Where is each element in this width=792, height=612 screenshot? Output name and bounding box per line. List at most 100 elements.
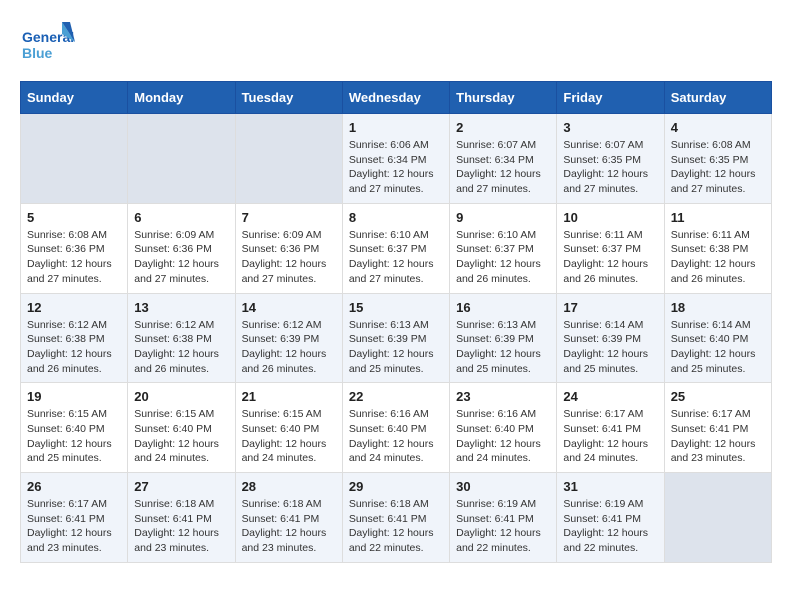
day-number: 6 — [134, 210, 228, 225]
day-info: Sunrise: 6:11 AMSunset: 6:38 PMDaylight:… — [671, 228, 765, 287]
calendar-cell: 6 Sunrise: 6:09 AMSunset: 6:36 PMDaylight… — [128, 203, 235, 293]
day-number: 19 — [27, 389, 121, 404]
calendar-cell: 14 Sunrise: 6:12 AMSunset: 6:39 PMDayligh… — [235, 293, 342, 383]
day-info: Sunrise: 6:07 AMSunset: 6:35 PMDaylight:… — [563, 138, 657, 197]
calendar-cell: 2 Sunrise: 6:07 AMSunset: 6:34 PMDaylight… — [450, 114, 557, 204]
day-info: Sunrise: 6:15 AMSunset: 6:40 PMDaylight:… — [27, 407, 121, 466]
day-info: Sunrise: 6:06 AMSunset: 6:34 PMDaylight:… — [349, 138, 443, 197]
day-info: Sunrise: 6:17 AMSunset: 6:41 PMDaylight:… — [563, 407, 657, 466]
calendar-week-5: 26 Sunrise: 6:17 AMSunset: 6:41 PMDayligh… — [21, 473, 772, 563]
day-number: 8 — [349, 210, 443, 225]
calendar-cell: 27 Sunrise: 6:18 AMSunset: 6:41 PMDayligh… — [128, 473, 235, 563]
calendar-header: SundayMondayTuesdayWednesdayThursdayFrid… — [21, 82, 772, 114]
day-number: 12 — [27, 300, 121, 315]
calendar-cell: 30 Sunrise: 6:19 AMSunset: 6:41 PMDayligh… — [450, 473, 557, 563]
day-info: Sunrise: 6:19 AMSunset: 6:41 PMDaylight:… — [456, 497, 550, 556]
day-info: Sunrise: 6:15 AMSunset: 6:40 PMDaylight:… — [134, 407, 228, 466]
weekday-header-sunday: Sunday — [21, 82, 128, 114]
day-number: 31 — [563, 479, 657, 494]
day-number: 26 — [27, 479, 121, 494]
day-number: 22 — [349, 389, 443, 404]
calendar-cell: 12 Sunrise: 6:12 AMSunset: 6:38 PMDayligh… — [21, 293, 128, 383]
day-info: Sunrise: 6:16 AMSunset: 6:40 PMDaylight:… — [349, 407, 443, 466]
day-info: Sunrise: 6:12 AMSunset: 6:39 PMDaylight:… — [242, 318, 336, 377]
calendar-cell: 22 Sunrise: 6:16 AMSunset: 6:40 PMDayligh… — [342, 383, 449, 473]
svg-text:Blue: Blue — [22, 45, 53, 61]
day-number: 3 — [563, 120, 657, 135]
calendar-cell: 5 Sunrise: 6:08 AMSunset: 6:36 PMDaylight… — [21, 203, 128, 293]
day-number: 2 — [456, 120, 550, 135]
calendar-cell: 19 Sunrise: 6:15 AMSunset: 6:40 PMDayligh… — [21, 383, 128, 473]
day-info: Sunrise: 6:14 AMSunset: 6:40 PMDaylight:… — [671, 318, 765, 377]
day-info: Sunrise: 6:08 AMSunset: 6:35 PMDaylight:… — [671, 138, 765, 197]
calendar-cell: 8 Sunrise: 6:10 AMSunset: 6:37 PMDaylight… — [342, 203, 449, 293]
day-info: Sunrise: 6:18 AMSunset: 6:41 PMDaylight:… — [349, 497, 443, 556]
day-number: 18 — [671, 300, 765, 315]
weekday-header-thursday: Thursday — [450, 82, 557, 114]
day-info: Sunrise: 6:18 AMSunset: 6:41 PMDaylight:… — [242, 497, 336, 556]
day-number: 14 — [242, 300, 336, 315]
calendar-cell: 31Sunrise: 6:19 AMSunset: 6:41 PMDayligh… — [557, 473, 664, 563]
calendar-cell: 3 Sunrise: 6:07 AMSunset: 6:35 PMDaylight… — [557, 114, 664, 204]
day-info: Sunrise: 6:12 AMSunset: 6:38 PMDaylight:… — [134, 318, 228, 377]
day-info: Sunrise: 6:10 AMSunset: 6:37 PMDaylight:… — [349, 228, 443, 287]
day-info: Sunrise: 6:13 AMSunset: 6:39 PMDaylight:… — [456, 318, 550, 377]
day-info: Sunrise: 6:10 AMSunset: 6:37 PMDaylight:… — [456, 228, 550, 287]
day-number: 13 — [134, 300, 228, 315]
logo-icon: General Blue — [20, 20, 75, 65]
calendar-cell: 9Sunrise: 6:10 AMSunset: 6:37 PMDaylight… — [450, 203, 557, 293]
day-info: Sunrise: 6:12 AMSunset: 6:38 PMDaylight:… — [27, 318, 121, 377]
page-header: General Blue — [20, 20, 772, 65]
calendar-week-2: 5 Sunrise: 6:08 AMSunset: 6:36 PMDaylight… — [21, 203, 772, 293]
calendar-cell: 16 Sunrise: 6:13 AMSunset: 6:39 PMDayligh… — [450, 293, 557, 383]
calendar-cell — [21, 114, 128, 204]
weekday-header-row: SundayMondayTuesdayWednesdayThursdayFrid… — [21, 82, 772, 114]
weekday-header-friday: Friday — [557, 82, 664, 114]
day-number: 20 — [134, 389, 228, 404]
day-info: Sunrise: 6:16 AMSunset: 6:40 PMDaylight:… — [456, 407, 550, 466]
day-info: Sunrise: 6:09 AMSunset: 6:36 PMDaylight:… — [134, 228, 228, 287]
day-number: 16 — [456, 300, 550, 315]
weekday-header-tuesday: Tuesday — [235, 82, 342, 114]
calendar-cell — [235, 114, 342, 204]
calendar-cell: 28Sunrise: 6:18 AMSunset: 6:41 PMDayligh… — [235, 473, 342, 563]
calendar-cell: 13 Sunrise: 6:12 AMSunset: 6:38 PMDayligh… — [128, 293, 235, 383]
calendar-week-1: 1 Sunrise: 6:06 AMSunset: 6:34 PMDaylight… — [21, 114, 772, 204]
day-info: Sunrise: 6:08 AMSunset: 6:36 PMDaylight:… — [27, 228, 121, 287]
calendar-cell: 21Sunrise: 6:15 AMSunset: 6:40 PMDayligh… — [235, 383, 342, 473]
calendar-cell: 18 Sunrise: 6:14 AMSunset: 6:40 PMDayligh… — [664, 293, 771, 383]
day-info: Sunrise: 6:17 AMSunset: 6:41 PMDaylight:… — [27, 497, 121, 556]
calendar-cell: 26 Sunrise: 6:17 AMSunset: 6:41 PMDayligh… — [21, 473, 128, 563]
day-info: Sunrise: 6:13 AMSunset: 6:39 PMDaylight:… — [349, 318, 443, 377]
day-number: 5 — [27, 210, 121, 225]
day-number: 11 — [671, 210, 765, 225]
calendar-cell: 1 Sunrise: 6:06 AMSunset: 6:34 PMDaylight… — [342, 114, 449, 204]
calendar-cell: 23 Sunrise: 6:16 AMSunset: 6:40 PMDayligh… — [450, 383, 557, 473]
logo: General Blue — [20, 20, 75, 65]
day-number: 15 — [349, 300, 443, 315]
day-info: Sunrise: 6:18 AMSunset: 6:41 PMDaylight:… — [134, 497, 228, 556]
day-number: 27 — [134, 479, 228, 494]
calendar-cell: 11 Sunrise: 6:11 AMSunset: 6:38 PMDayligh… — [664, 203, 771, 293]
day-number: 29 — [349, 479, 443, 494]
calendar-cell: 24 Sunrise: 6:17 AMSunset: 6:41 PMDayligh… — [557, 383, 664, 473]
day-info: Sunrise: 6:17 AMSunset: 6:41 PMDaylight:… — [671, 407, 765, 466]
day-info: Sunrise: 6:07 AMSunset: 6:34 PMDaylight:… — [456, 138, 550, 197]
day-number: 24 — [563, 389, 657, 404]
day-number: 30 — [456, 479, 550, 494]
day-number: 1 — [349, 120, 443, 135]
weekday-header-wednesday: Wednesday — [342, 82, 449, 114]
day-number: 7 — [242, 210, 336, 225]
day-info: Sunrise: 6:11 AMSunset: 6:37 PMDaylight:… — [563, 228, 657, 287]
day-number: 10 — [563, 210, 657, 225]
day-number: 23 — [456, 389, 550, 404]
day-number: 4 — [671, 120, 765, 135]
calendar-cell: 25Sunrise: 6:17 AMSunset: 6:41 PMDayligh… — [664, 383, 771, 473]
day-number: 21 — [242, 389, 336, 404]
calendar-cell: 10 Sunrise: 6:11 AMSunset: 6:37 PMDayligh… — [557, 203, 664, 293]
calendar-cell: 17Sunrise: 6:14 AMSunset: 6:39 PMDayligh… — [557, 293, 664, 383]
calendar-cell: 15 Sunrise: 6:13 AMSunset: 6:39 PMDayligh… — [342, 293, 449, 383]
calendar-cell: 7Sunrise: 6:09 AMSunset: 6:36 PMDaylight… — [235, 203, 342, 293]
calendar-cell: 4 Sunrise: 6:08 AMSunset: 6:35 PMDaylight… — [664, 114, 771, 204]
calendar-cell — [128, 114, 235, 204]
